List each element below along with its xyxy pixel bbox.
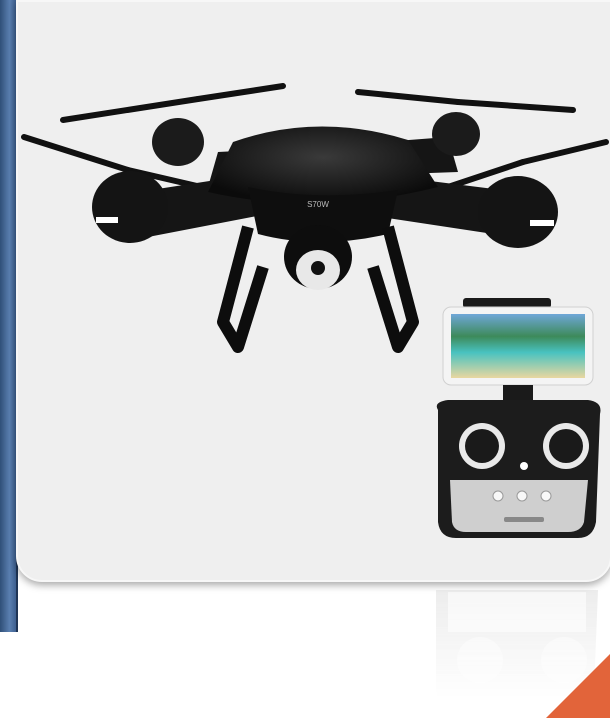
svg-text:S70W: S70W bbox=[307, 200, 329, 209]
drone-icon: S70W bbox=[21, 83, 609, 538]
corner-accent-triangle bbox=[546, 654, 610, 718]
photo-reflection bbox=[16, 580, 608, 718]
drone-product-photo: S70W bbox=[16, 0, 610, 582]
